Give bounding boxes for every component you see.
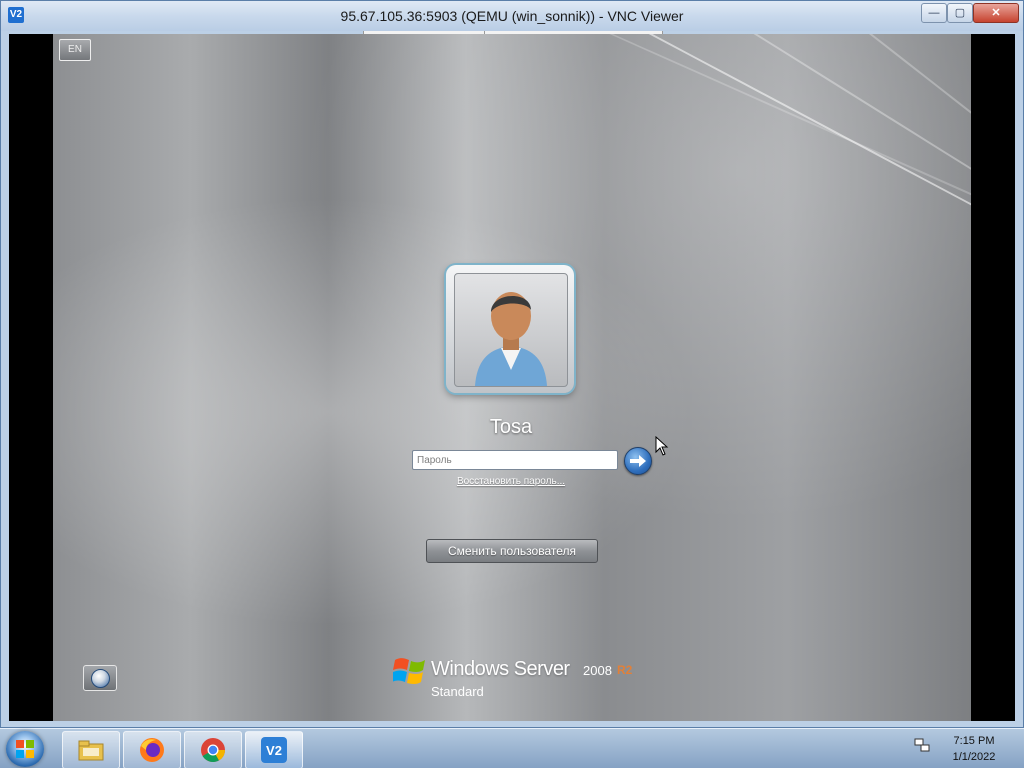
windows-flag-icon [393,658,425,684]
language-indicator[interactable]: EN [59,39,91,61]
close-button[interactable]: ✕ [973,3,1019,23]
taskbar-firefox[interactable] [123,731,181,768]
minimize-button[interactable]: — [921,3,947,23]
clock-time: 7:15 PM [953,735,995,747]
taskbar-file-explorer[interactable] [62,731,120,768]
taskbar-clock[interactable]: 7:15 PM 1/1/2022 [936,733,1012,765]
password-input[interactable] [412,450,618,470]
brand-name: Windows Server [431,658,570,680]
arrow-right-icon [630,455,646,467]
title-bar[interactable]: V2 95.67.105.36:5903 (QEMU (win_sonnik))… [1,1,1023,31]
ease-of-access-icon [91,669,110,688]
vnc-viewer-window: V2 95.67.105.36:5903 (QEMU (win_sonnik))… [0,0,1024,728]
user-avatar-frame [446,265,574,393]
start-button[interactable] [6,731,44,767]
brand-release: R2 [617,663,633,677]
avatar [454,273,568,387]
network-tray-icon[interactable] [914,738,930,754]
username-label: Tosa [489,416,533,438]
vnc-client-area[interactable]: EN Tosa Восстановить пароль... Сменить п… [9,34,1015,721]
taskbar-vnc-viewer[interactable]: V2 [245,731,303,768]
background-streak [567,34,971,353]
host-taskbar: V2 [0,728,1024,768]
windows-start-icon [16,740,34,758]
window-title: 95.67.105.36:5903 (QEMU (win_sonnik)) - … [340,8,684,24]
taskbar-chrome[interactable] [184,731,242,768]
maximize-button[interactable]: ▢ [947,3,973,23]
brand-edition: Standard [431,684,484,699]
ease-of-access-button[interactable] [83,665,117,691]
switch-user-button[interactable]: Сменить пользователя [426,539,598,563]
user-avatar-icon [475,292,547,386]
remote-login-screen: EN Tosa Восстановить пароль... Сменить п… [53,34,971,721]
brand-version: 2008 [583,663,612,678]
reset-password-link[interactable]: Восстановить пароль... [411,476,611,487]
clock-date: 1/1/2022 [952,751,996,763]
vnc-viewer-icon: V2 [261,737,287,763]
submit-login-button[interactable] [624,447,652,475]
mouse-cursor-icon [655,436,669,456]
chrome-icon [201,738,225,763]
firefox-icon [140,738,164,762]
windows-server-logo: Windows Server 2008 R2 Standard [393,654,653,704]
file-explorer-icon [78,740,104,761]
svg-text:V2: V2 [266,743,282,758]
